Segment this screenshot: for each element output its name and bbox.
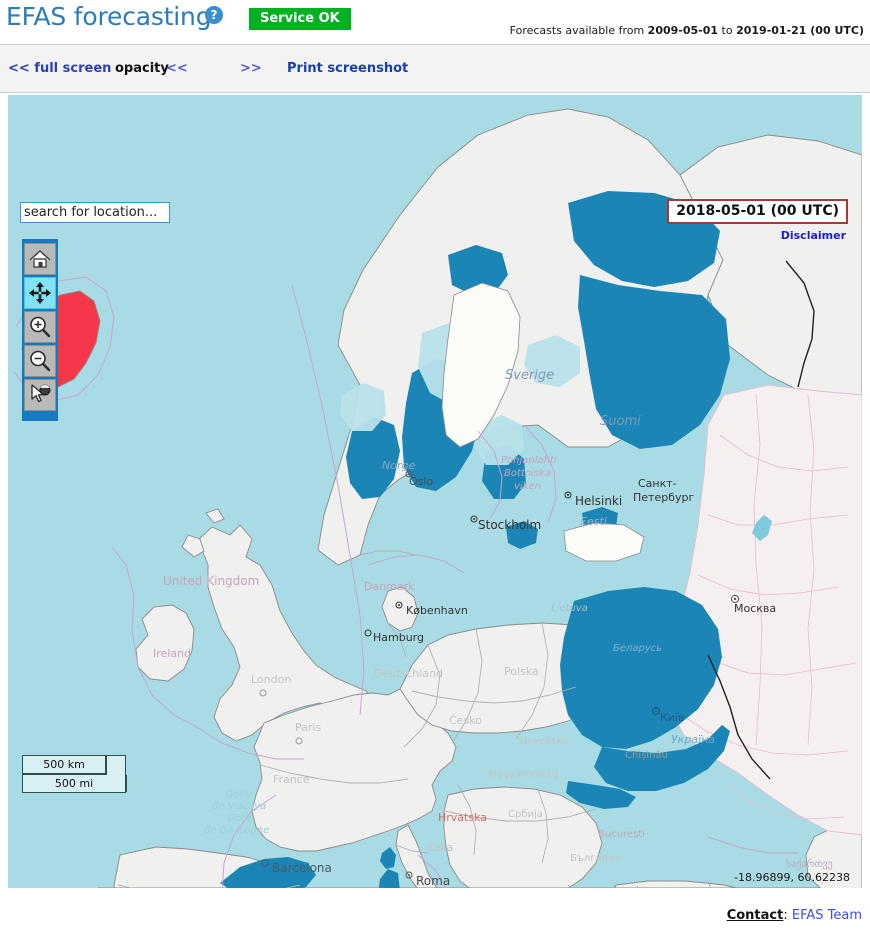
map-label: Петербург: [633, 491, 694, 504]
map-label: Barcelona: [272, 861, 332, 875]
map-label: Stockholm: [478, 518, 541, 532]
map-label: Italia: [426, 841, 453, 854]
status-badge: Service OK: [249, 8, 351, 30]
map-label: Pohjanlahti: [501, 455, 557, 466]
map-label: Ireland: [153, 647, 191, 660]
help-icon[interactable]: ?: [205, 6, 223, 24]
map-label: Eesti: [580, 515, 607, 528]
map-label: Hamburg: [373, 631, 424, 644]
map-label: საქართვე: [786, 858, 833, 870]
map-label: Lietuva: [551, 603, 588, 614]
forecast-range-mid: to: [718, 24, 737, 37]
map-label: de Vizcaya: [212, 801, 266, 812]
pan-icon[interactable]: [24, 277, 56, 309]
map-label: viken: [514, 481, 541, 492]
map-label: Chișinău: [625, 750, 668, 761]
forecast-range-prefix: Forecasts available from: [509, 24, 648, 37]
map-label: Bottniska: [504, 468, 551, 479]
map-label: Helsinki: [575, 494, 622, 508]
opacity-label: opacity: [115, 61, 169, 76]
map-label: Slovensko: [518, 736, 568, 747]
page-title: EFAS forecasting: [6, 2, 212, 31]
fullscreen-toggle[interactable]: << full screen: [8, 61, 111, 76]
map-label: Česko: [449, 714, 482, 727]
map-label: Suomi: [600, 414, 641, 429]
map-label: Deutschland: [374, 667, 443, 680]
forecast-range-text: Forecasts available from 2009-05-01 to 2…: [510, 24, 864, 37]
forecast-date-stamp: 2018-05-01 (00 UTC): [667, 199, 848, 224]
map-label: Hrvatska: [438, 811, 487, 824]
map-viewport[interactable]: Sverige Suomi Norge Oslo Helsinki Санкт- Петер…: [8, 95, 862, 888]
map-label: България: [570, 853, 621, 864]
map-label: · Golfe: [221, 813, 254, 824]
print-screenshot-button[interactable]: Print screenshot: [287, 61, 408, 76]
map-label: Беларусь: [613, 643, 662, 654]
map-label: Golfo: [226, 789, 252, 800]
page-header: EFAS forecasting ? Service OK Forecasts …: [0, 0, 870, 45]
map-label: Sverige: [505, 368, 554, 383]
map-label: Danmark: [364, 580, 415, 593]
opacity-increase-button[interactable]: >>: [240, 61, 262, 76]
contact-separator: :: [783, 908, 792, 923]
map-label: Санкт-: [638, 477, 677, 490]
page-footer: Contact: EFAS Team: [727, 908, 862, 923]
map-label: Paris: [295, 721, 321, 734]
map-label: Norge: [382, 459, 415, 472]
map-label: Москва: [734, 602, 776, 615]
map-label: København: [406, 604, 468, 617]
coordinate-readout: -18.96899, 60.62238: [734, 871, 850, 884]
map-toolbar: << full screen opacity << 0.9 >> Print s…: [0, 45, 870, 130]
zoom-out-icon[interactable]: [24, 345, 56, 377]
map-label: Україна: [671, 733, 715, 746]
map-label: United Kingdom: [163, 574, 259, 588]
home-icon[interactable]: [24, 243, 56, 275]
map-label: France: [273, 773, 310, 786]
disclaimer-link[interactable]: Disclaimer: [781, 229, 846, 242]
map-control-stack: [22, 239, 58, 421]
scale-bar: 500 km 500 mi: [22, 755, 127, 793]
map-label: Србија: [508, 808, 543, 820]
search-input[interactable]: [20, 202, 170, 223]
scale-bar-mi: 500 mi: [23, 775, 127, 792]
opacity-decrease-button[interactable]: <<: [166, 61, 188, 76]
map-label: Київ: [660, 711, 685, 724]
zoom-in-icon[interactable]: [24, 311, 56, 343]
map-label: de Gascogne: [204, 825, 269, 836]
map-label: Oslo: [409, 475, 433, 488]
map-label: Polska: [504, 665, 539, 678]
forecast-range-from: 2009-05-01: [647, 24, 719, 37]
scale-bar-km: 500 km: [23, 756, 107, 775]
map-label: London: [251, 673, 291, 686]
map-label: București: [598, 829, 645, 840]
contact-label: Contact: [726, 908, 784, 923]
contact-link[interactable]: EFAS Team: [792, 908, 862, 923]
map-label: Magyarország: [488, 768, 558, 780]
forecast-range-to: 2019-01-21 (00 UTC): [736, 24, 864, 37]
map-label: Roma: [416, 874, 450, 888]
identify-icon[interactable]: [24, 379, 56, 411]
